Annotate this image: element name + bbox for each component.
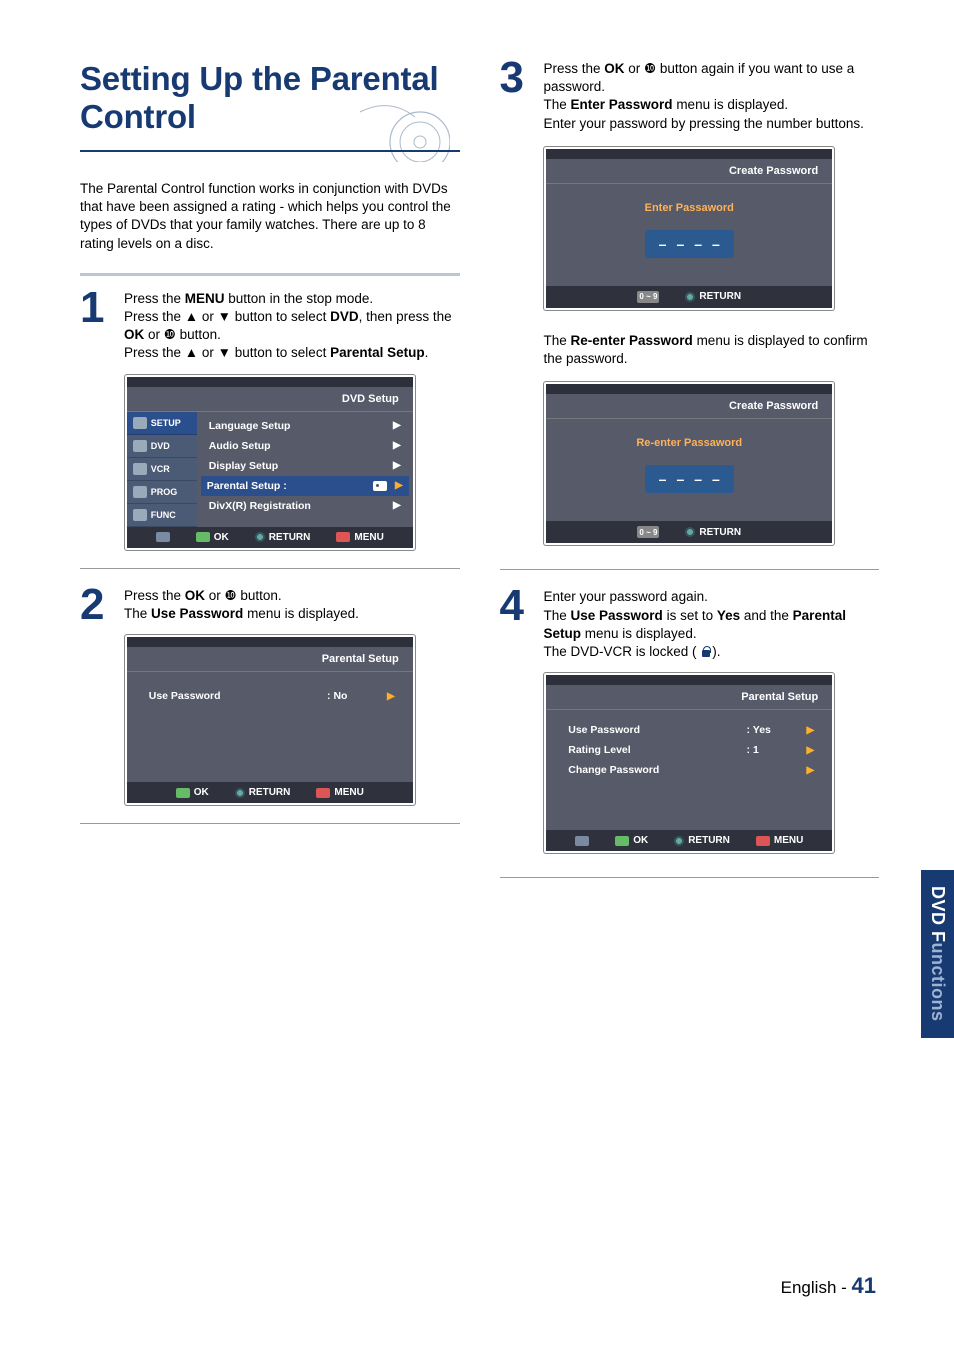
triangle-right-icon: ▶	[807, 725, 815, 736]
tab-prog[interactable]: PROG	[127, 481, 197, 504]
password-prompt: Enter Passaword	[546, 202, 832, 214]
list-row-use-password[interactable]: Use Password: Yes▶	[546, 720, 832, 740]
numkey-icon: 0 ~ 9	[637, 291, 659, 303]
triangle-right-icon: ▶	[387, 691, 395, 702]
rule	[80, 568, 460, 569]
ok-icon	[176, 788, 190, 798]
setup-row-parental[interactable]: Parental Setup :▶	[201, 476, 409, 496]
nav-icon	[156, 532, 170, 542]
triangle-right-icon: ▶	[393, 460, 401, 471]
setup-row[interactable]: Display Setup▶	[207, 456, 403, 476]
ok-icon	[196, 532, 210, 542]
password-field[interactable]: – – – –	[645, 230, 734, 258]
osd-title: DVD Setup	[127, 387, 413, 412]
rule	[500, 877, 880, 878]
step-number: 1	[80, 290, 110, 363]
gear-icon	[133, 417, 147, 429]
step-number: 3	[500, 60, 530, 133]
disc-icon	[133, 440, 147, 452]
osd-dvd-setup: DVD Setup SETUP DVD VCR PROG FUNC Langua…	[125, 375, 415, 550]
return-icon	[255, 532, 265, 542]
osd-footer: OK RETURN MENU	[546, 830, 832, 851]
osd-parental-no: Parental Setup Use Password : No ▶ OK RE…	[125, 635, 415, 805]
return-icon	[674, 836, 684, 846]
tab-func[interactable]: FUNC	[127, 504, 197, 527]
menu-icon	[316, 788, 330, 798]
tab-setup[interactable]: SETUP	[127, 412, 197, 435]
triangle-right-icon: ▶	[393, 440, 401, 451]
osd-title: Create Password	[546, 394, 832, 419]
return-icon	[685, 292, 695, 302]
triangle-right-icon: ▶	[807, 765, 815, 776]
rule	[80, 823, 460, 824]
osd-title: Parental Setup	[546, 685, 832, 710]
list-row-change-password[interactable]: Change Password▶	[546, 760, 832, 780]
osd-footer: 0 ~ 9 RETURN	[546, 286, 832, 308]
step3-after: The Re-enter Password menu is displayed …	[544, 332, 880, 368]
step-body: Press the OK or ❿ button again if you wa…	[544, 60, 880, 133]
step-2: 2 Press the OK or ❿ button. The Use Pass…	[80, 587, 460, 623]
osd-footer: 0 ~ 9 RETURN	[546, 521, 832, 543]
setup-row[interactable]: DivX(R) Registration▶	[207, 496, 403, 516]
osd-footer: OK RETURN MENU	[127, 782, 413, 803]
menu-icon	[756, 836, 770, 846]
osd-create-password: Create Password Enter Passaword – – – – …	[544, 147, 834, 310]
disc-decoration-icon	[350, 92, 450, 162]
password-field[interactable]: – – – –	[645, 465, 734, 493]
osd-title: Create Password	[546, 159, 832, 184]
osd-setup-list: Language Setup▶ Audio Setup▶ Display Set…	[197, 412, 413, 527]
page-footer: English - 41	[781, 1273, 876, 1299]
password-prompt: Re-enter Passaword	[546, 437, 832, 449]
triangle-right-icon: ▶	[393, 420, 401, 431]
step-number: 4	[500, 588, 530, 661]
osd-parental-yes: Parental Setup Use Password: Yes▶ Rating…	[544, 673, 834, 853]
tape-icon	[133, 463, 147, 475]
setup-row[interactable]: Language Setup▶	[207, 416, 403, 436]
step-number: 2	[80, 587, 110, 623]
osd-reenter-password: Create Password Re-enter Passaword – – –…	[544, 382, 834, 545]
nav-icon	[575, 836, 589, 846]
numkey-icon: 0 ~ 9	[637, 526, 659, 538]
triangle-right-icon: ▶	[807, 745, 815, 756]
setup-row[interactable]: Audio Setup▶	[207, 436, 403, 456]
tab-dvd[interactable]: DVD	[127, 435, 197, 458]
step-3: 3 Press the OK or ❿ button again if you …	[500, 60, 880, 133]
return-icon	[235, 788, 245, 798]
ok-icon	[615, 836, 629, 846]
step-body: Press the MENU button in the stop mode. …	[124, 290, 460, 363]
grid-icon	[133, 509, 147, 521]
osd-footer: OK RETURN MENU	[127, 527, 413, 548]
osd-side-tabs: SETUP DVD VCR PROG FUNC	[127, 412, 197, 527]
list-row-use-password[interactable]: Use Password : No ▶	[127, 686, 413, 706]
page-number: 41	[852, 1273, 876, 1298]
rule	[500, 569, 880, 570]
triangle-right-icon: ▶	[393, 500, 401, 511]
step-body: Enter your password again. The Use Passw…	[544, 588, 880, 661]
step-4: 4 Enter your password again. The Use Pas…	[500, 588, 880, 661]
clock-icon	[133, 486, 147, 498]
side-tab-section: DVD Functions	[921, 870, 954, 1038]
osd-title: Parental Setup	[127, 647, 413, 672]
triangle-right-icon: ▶	[395, 480, 403, 491]
intro-paragraph: The Parental Control function works in c…	[80, 180, 460, 253]
menu-icon	[336, 532, 350, 542]
return-icon	[685, 527, 695, 537]
section-divider	[80, 273, 460, 276]
page-title-block: Setting Up the Parental Control	[80, 60, 460, 152]
key-icon	[373, 481, 387, 491]
list-row-rating-level[interactable]: Rating Level: 1▶	[546, 740, 832, 760]
lock-icon	[700, 646, 712, 658]
tab-vcr[interactable]: VCR	[127, 458, 197, 481]
step-1: 1 Press the MENU button in the stop mode…	[80, 290, 460, 363]
step-body: Press the OK or ❿ button. The Use Passwo…	[124, 587, 460, 623]
